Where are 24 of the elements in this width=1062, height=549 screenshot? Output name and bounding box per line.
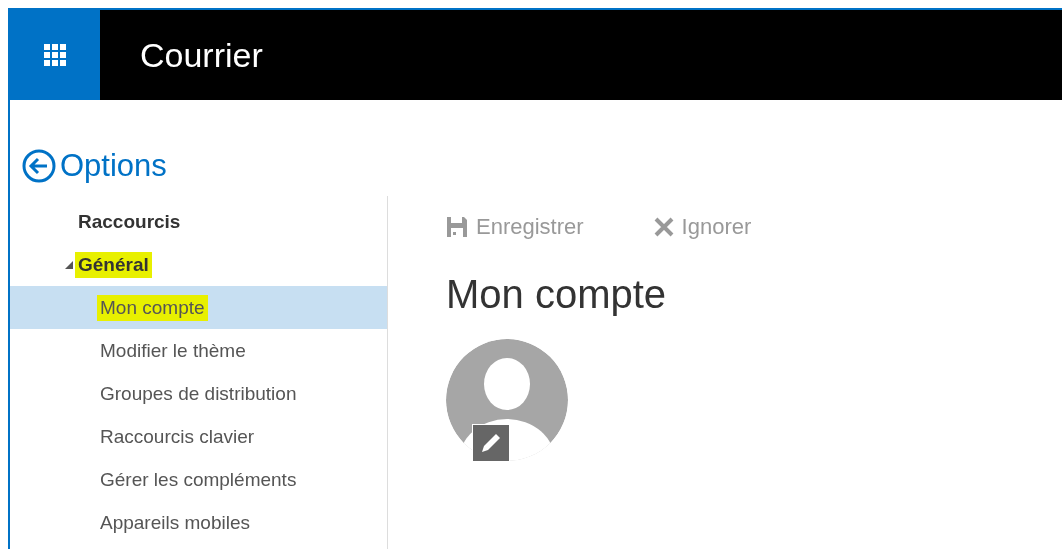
nav-label: Raccourcis clavier [99, 424, 256, 449]
nav-label: Appareils mobiles [99, 510, 251, 535]
nav-item[interactable]: Mon compte [10, 286, 387, 329]
edit-photo-button[interactable] [472, 424, 510, 462]
nav-label: Modifier le thème [99, 338, 247, 363]
nav-label: Groupes de distribution [99, 381, 298, 406]
app-launcher-button[interactable] [10, 10, 100, 100]
page-heading: Mon compte [446, 272, 668, 317]
nav-label: Général [75, 251, 152, 278]
grid-icon [44, 44, 66, 66]
nav-item[interactable]: Raccourcis clavier [10, 415, 387, 458]
app-title: Courrier [140, 35, 263, 75]
nav-item[interactable]: Modifier le thème [10, 329, 387, 372]
nav-item[interactable]: Gérer les compléments [10, 458, 387, 501]
options-title: Options [60, 148, 167, 184]
back-button[interactable] [22, 149, 56, 183]
nav-item[interactable]: Appareils mobiles [10, 501, 387, 544]
nav-item[interactable]: Général [10, 243, 387, 286]
nav-label: Raccourcis [77, 209, 182, 234]
nav-label: Mon compte [97, 294, 208, 321]
nav-item[interactable]: Raccourcis [10, 200, 387, 243]
nav-label: Gérer les compléments [99, 467, 298, 492]
close-icon [653, 217, 674, 237]
nav-item[interactable]: Groupes de distribution [10, 372, 387, 415]
